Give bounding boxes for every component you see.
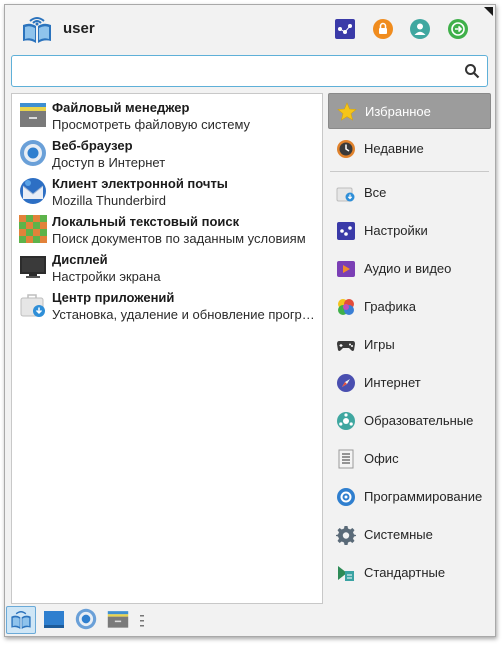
app-desc: Просмотреть файловую систему xyxy=(52,117,251,132)
category-label: Графика xyxy=(364,299,416,314)
category-development[interactable]: Программирование xyxy=(328,479,491,515)
app-name: Клиент электронной почты xyxy=(52,176,228,191)
category-list: Избранное Недавние Все Настройки Аудио и… xyxy=(328,91,491,603)
search-box xyxy=(11,55,488,87)
category-label: Офис xyxy=(364,451,399,466)
user-button[interactable] xyxy=(409,18,431,40)
category-label: Стандартные xyxy=(364,565,446,580)
category-label: Настройки xyxy=(364,223,428,238)
app-menu-icon xyxy=(11,611,31,629)
category-separator xyxy=(330,171,489,172)
settings-button[interactable] xyxy=(334,18,356,40)
app-name: Центр приложений xyxy=(52,290,175,305)
app-desc: Настройки экрана xyxy=(52,269,161,284)
internet-icon xyxy=(337,374,355,392)
category-label: Игры xyxy=(364,337,395,352)
category-recent[interactable]: Недавние xyxy=(328,131,491,167)
category-label: Системные xyxy=(364,527,433,542)
whisker-menu: user Файловый менеджер Просмотреть файло… xyxy=(4,4,496,637)
taskbar xyxy=(0,603,220,637)
multimedia-icon xyxy=(337,261,355,277)
all-apps-icon xyxy=(336,187,355,202)
app-desc: Доступ в Интернет xyxy=(52,155,166,170)
recent-icon xyxy=(337,140,355,158)
file-manager-icon xyxy=(107,611,129,628)
search-icon[interactable] xyxy=(464,63,480,79)
text-search-icon xyxy=(19,215,47,243)
app-desc: Установка, удаление и обновление програм… xyxy=(52,307,319,322)
category-favorites[interactable]: Избранное xyxy=(328,93,491,129)
category-accessories[interactable]: Стандартные xyxy=(328,555,491,591)
category-label: Избранное xyxy=(365,104,431,119)
list-item-file-manager[interactable]: Файловый менеджер Просмотреть файловую с… xyxy=(16,98,319,136)
category-label: Интернет xyxy=(364,375,421,390)
app-desc: Поиск документов по заданным условиям xyxy=(52,231,306,246)
taskbar-files-button[interactable] xyxy=(104,606,134,634)
category-multimedia[interactable]: Аудио и видео xyxy=(328,251,491,287)
logout-button[interactable] xyxy=(447,18,469,40)
system-gear-icon xyxy=(336,526,356,545)
taskbar-app-menu-button[interactable] xyxy=(6,606,36,634)
category-settings[interactable]: Настройки xyxy=(328,213,491,249)
user-logo-icon xyxy=(23,17,51,43)
education-icon xyxy=(337,412,355,430)
category-label: Программирование xyxy=(364,489,483,504)
category-label: Недавние xyxy=(364,141,424,156)
file-manager-icon xyxy=(20,103,46,127)
app-name: Веб-браузер xyxy=(52,138,133,153)
category-all[interactable]: Все xyxy=(328,175,491,211)
display-icon xyxy=(20,256,46,278)
web-browser-icon xyxy=(75,608,97,630)
show-desktop-icon xyxy=(44,611,64,628)
list-item-text-search[interactable]: Локальный текстовый поиск Поиск документ… xyxy=(16,212,319,250)
taskbar-show-desktop-button[interactable] xyxy=(40,606,70,634)
graphics-icon xyxy=(338,299,354,315)
app-name: Файловый менеджер xyxy=(52,100,190,115)
list-item-display[interactable]: Дисплей Настройки экрана xyxy=(16,250,319,288)
category-internet[interactable]: Интернет xyxy=(328,365,491,401)
category-graphics[interactable]: Графика xyxy=(328,289,491,325)
category-games[interactable]: Игры xyxy=(328,327,491,363)
app-name: Дисплей xyxy=(52,252,108,267)
category-label: Все xyxy=(364,185,387,200)
list-item-app-center[interactable]: Центр приложений Установка, удаление и о… xyxy=(16,288,319,326)
category-label: Аудио и видео xyxy=(364,261,452,276)
list-item-email-client[interactable]: Клиент электронной почты Mozilla Thunder… xyxy=(16,174,319,212)
category-education[interactable]: Образовательные xyxy=(328,403,491,439)
taskbar-browser-button[interactable] xyxy=(72,606,102,634)
office-icon xyxy=(338,449,354,469)
taskbar-handle-icon[interactable] xyxy=(140,615,144,627)
category-office[interactable]: Офис xyxy=(328,441,491,477)
gamepad-icon xyxy=(337,341,355,351)
user-name: user xyxy=(63,20,95,37)
menu-header: user xyxy=(5,5,495,51)
app-desc: Mozilla Thunderbird xyxy=(52,193,166,208)
settings-icon xyxy=(337,222,355,240)
search-input[interactable] xyxy=(18,62,448,80)
favorites-list: Файловый менеджер Просмотреть файловую с… xyxy=(11,93,323,604)
thunderbird-icon xyxy=(20,178,46,204)
app-name: Локальный текстовый поиск xyxy=(52,214,240,229)
category-label: Образовательные xyxy=(364,413,474,428)
lock-button[interactable] xyxy=(372,18,394,40)
list-item-web-browser[interactable]: Веб-браузер Доступ в Интернет xyxy=(16,136,319,174)
web-browser-icon xyxy=(20,140,46,166)
category-system[interactable]: Системные xyxy=(328,517,491,553)
development-icon xyxy=(337,488,355,506)
accessories-icon xyxy=(338,566,354,581)
app-center-icon xyxy=(20,294,45,317)
star-icon xyxy=(337,102,357,121)
